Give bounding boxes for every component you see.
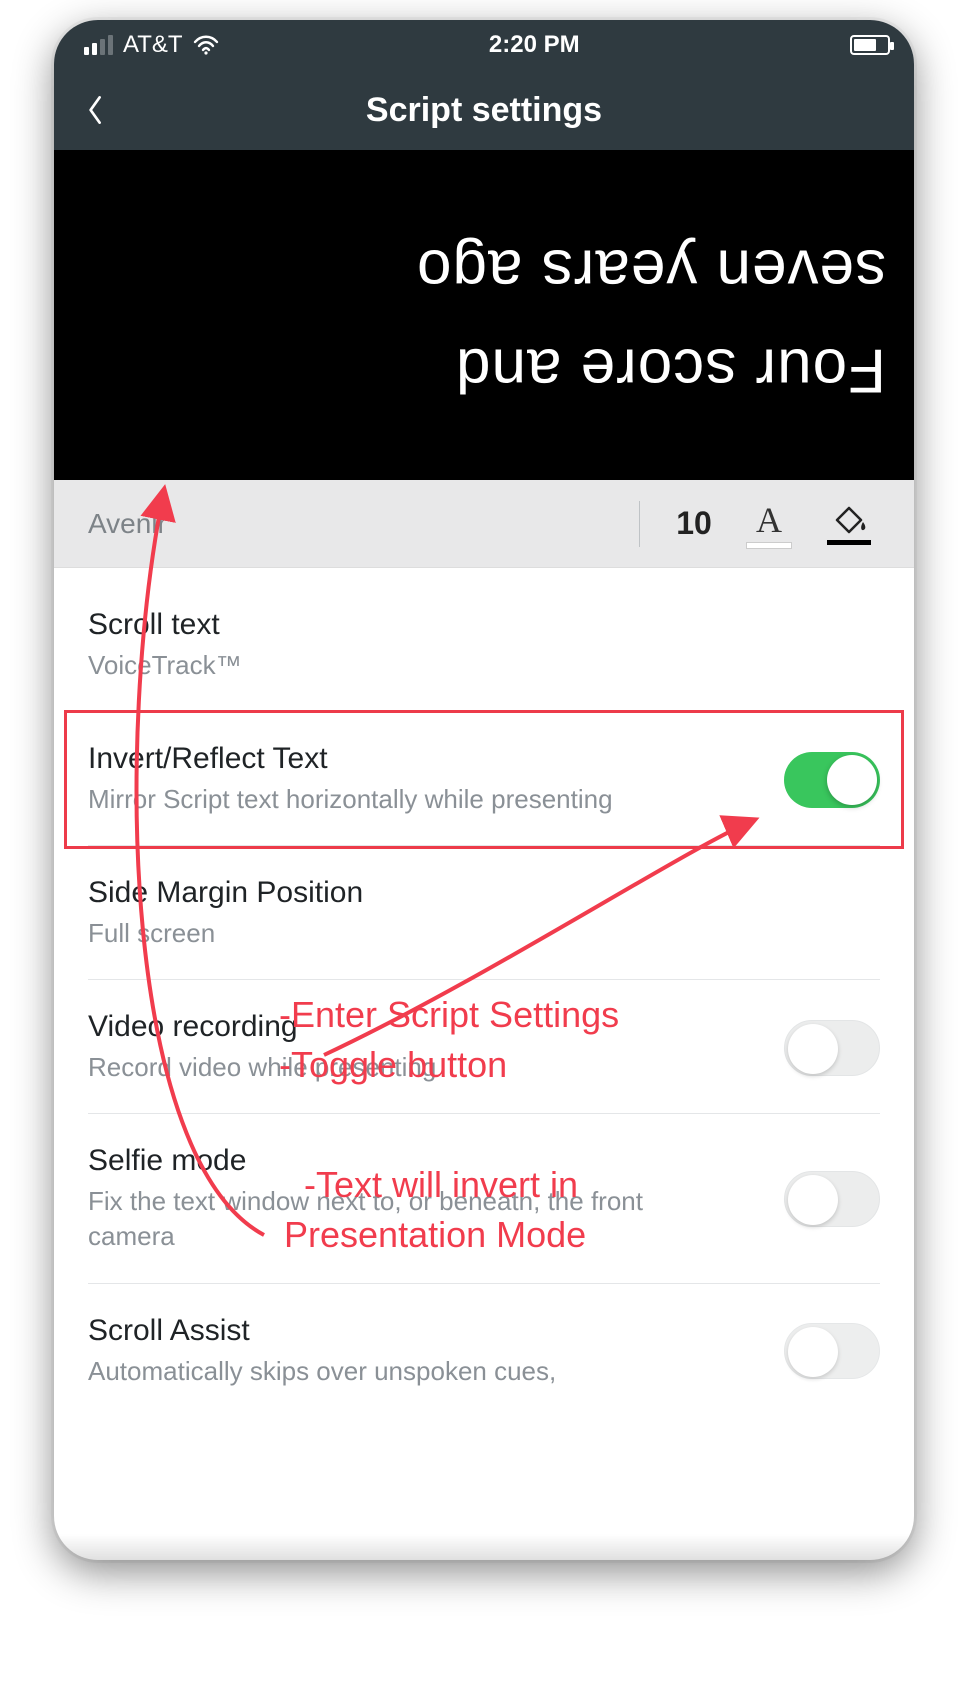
row-subtitle: VoiceTrack™ [88, 648, 648, 683]
paint-bucket-icon [827, 502, 871, 538]
script-preview: Four score and seven years ago [54, 150, 914, 480]
chevron-left-icon [87, 95, 105, 125]
row-selfie-mode[interactable]: Selfie mode Fix the text window next to,… [88, 1114, 880, 1283]
row-subtitle: Fix the text window next to, or beneath,… [88, 1184, 648, 1254]
row-subtitle: Automatically skips over unspoken cues, [88, 1354, 728, 1389]
row-scroll-text[interactable]: Scroll text VoiceTrack™ [88, 568, 880, 712]
row-video-recording[interactable]: Video recording Record video while prese… [88, 980, 880, 1114]
text-color-button[interactable]: A [734, 494, 804, 554]
carrier-label: AT&T [123, 31, 183, 59]
clock-label: 2:20 PM [489, 31, 580, 59]
row-title: Invert/Reflect Text [88, 742, 764, 776]
script-preview-text: Four score and seven years ago [82, 221, 886, 419]
font-name-select[interactable]: Avenir [88, 508, 627, 540]
device-frame: AT&T 2:20 PM Script settings Four score … [54, 20, 914, 1560]
cellular-signal-icon [84, 35, 113, 55]
font-toolbar: Avenir 10 A [54, 480, 914, 568]
settings-list: Scroll text VoiceTrack™ Invert/Reflect T… [54, 568, 914, 1417]
row-subtitle: Full screen [88, 916, 648, 951]
back-button[interactable] [74, 88, 118, 132]
row-subtitle: Record video while presenting [88, 1050, 648, 1085]
row-side-margin[interactable]: Side Margin Position Full screen [88, 846, 880, 980]
row-title: Scroll Assist [88, 1314, 764, 1348]
row-title: Side Margin Position [88, 876, 880, 910]
page-title: Script settings [54, 91, 914, 130]
background-color-button[interactable] [814, 494, 884, 554]
letter-a-icon: A [756, 499, 782, 541]
battery-icon [850, 35, 890, 55]
divider [639, 501, 640, 547]
row-title: Selfie mode [88, 1144, 764, 1178]
selfie-toggle[interactable] [784, 1171, 880, 1227]
invert-toggle[interactable] [784, 752, 880, 808]
video-toggle[interactable] [784, 1020, 880, 1076]
row-title: Video recording [88, 1010, 764, 1044]
assist-toggle[interactable] [784, 1323, 880, 1379]
row-scroll-assist[interactable]: Scroll Assist Automatically skips over u… [88, 1284, 880, 1417]
wifi-icon [193, 35, 219, 55]
status-bar: AT&T 2:20 PM [54, 20, 914, 70]
row-invert-reflect[interactable]: Invert/Reflect Text Mirror Script text h… [88, 712, 880, 846]
font-size-value[interactable]: 10 [664, 505, 724, 542]
nav-header: Script settings [54, 70, 914, 150]
row-subtitle: Mirror Script text horizontally while pr… [88, 782, 648, 817]
row-title: Scroll text [88, 608, 880, 642]
